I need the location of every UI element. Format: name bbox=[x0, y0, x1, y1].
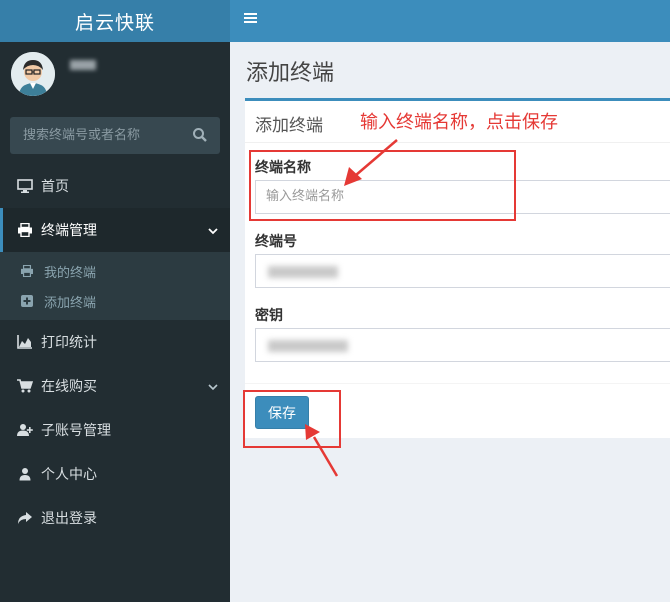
sidebar-item-label: 子账号管理 bbox=[41, 423, 111, 439]
sidebar-item-label: 个人中心 bbox=[41, 467, 97, 483]
page-title: 添加终端 bbox=[246, 61, 335, 86]
terminal-number-value-blurred bbox=[268, 266, 338, 278]
box-header: 添加终端 输入终端名称，点击保存 bbox=[245, 101, 670, 143]
cart-icon bbox=[17, 378, 33, 394]
save-button[interactable]: 保存 bbox=[255, 396, 309, 429]
sidebar-item-terminal-management[interactable]: 终端管理 bbox=[0, 208, 230, 252]
box-title: 添加终端 bbox=[255, 116, 323, 136]
sidebar-item-print-stats[interactable]: 打印统计 bbox=[0, 320, 230, 364]
top-navbar bbox=[230, 0, 670, 42]
search-input[interactable]: 搜索终端号或者名称 bbox=[23, 117, 140, 154]
sidebar-subitem-label: 添加终端 bbox=[44, 295, 97, 311]
terminal-name-input[interactable]: 输入终端名称 bbox=[255, 180, 670, 214]
sidebar-item-buy-online[interactable]: 在线购买 bbox=[0, 364, 230, 408]
area-chart-icon bbox=[17, 334, 33, 350]
sidebar-item-profile[interactable]: 个人中心 bbox=[0, 452, 230, 496]
terminal-name-label: 终端名称 bbox=[255, 160, 311, 176]
submenu-terminal: 我的终端 添加终端 bbox=[0, 252, 230, 320]
sidebar-item-label: 首页 bbox=[41, 179, 69, 195]
secret-key-input[interactable] bbox=[255, 328, 670, 362]
annotation-instruction: 输入终端名称，点击保存 bbox=[360, 112, 558, 133]
user-icon bbox=[17, 466, 33, 482]
secret-key-value-blurred bbox=[268, 340, 348, 352]
terminal-number-label: 终端号 bbox=[255, 234, 297, 250]
desktop-icon bbox=[17, 178, 33, 194]
sidebar-item-label: 退出登录 bbox=[41, 511, 97, 527]
avatar bbox=[11, 52, 55, 96]
sidebar-item-logout[interactable]: 退出登录 bbox=[0, 496, 230, 540]
plus-square-icon bbox=[20, 294, 34, 308]
secret-key-label: 密钥 bbox=[255, 308, 283, 324]
chevron-down-icon bbox=[208, 380, 218, 391]
sidebar-subitem-add-terminal[interactable]: 添加终端 bbox=[0, 286, 230, 316]
sidebar-item-label: 终端管理 bbox=[41, 223, 97, 239]
sidebar-item-label: 打印统计 bbox=[41, 335, 97, 351]
sidebar-subitem-label: 我的终端 bbox=[44, 265, 97, 281]
sidebar: 启云快联 搜索终端号或者名称 首页 终端管理 我的终端 添加终端 打印统计 在线… bbox=[0, 0, 230, 602]
app-logo[interactable]: 启云快联 bbox=[0, 0, 230, 42]
sidebar-item-label: 在线购买 bbox=[41, 379, 97, 395]
sidebar-subitem-my-terminals[interactable]: 我的终端 bbox=[0, 256, 230, 286]
search-box: 搜索终端号或者名称 bbox=[10, 117, 220, 154]
user-panel bbox=[0, 42, 230, 100]
user-name-blurred bbox=[70, 60, 96, 70]
chevron-down-icon bbox=[208, 224, 218, 235]
form-box: 添加终端 输入终端名称，点击保存 终端名称 输入终端名称 终端号 密钥 保存 bbox=[245, 98, 670, 438]
search-icon[interactable] bbox=[192, 127, 208, 143]
sidebar-menu: 首页 终端管理 我的终端 添加终端 打印统计 在线购买 子账号管理 个人中心 退… bbox=[0, 164, 230, 540]
terminal-name-placeholder: 输入终端名称 bbox=[266, 189, 345, 204]
share-icon bbox=[17, 510, 33, 526]
hamburger-icon[interactable] bbox=[244, 11, 258, 25]
printer-icon bbox=[17, 222, 33, 238]
terminal-number-input[interactable] bbox=[255, 254, 670, 288]
sidebar-item-subaccounts[interactable]: 子账号管理 bbox=[0, 408, 230, 452]
user-plus-icon bbox=[17, 422, 33, 438]
printer-icon bbox=[20, 264, 34, 278]
sidebar-item-home[interactable]: 首页 bbox=[0, 164, 230, 208]
box-footer: 保存 bbox=[245, 383, 670, 441]
